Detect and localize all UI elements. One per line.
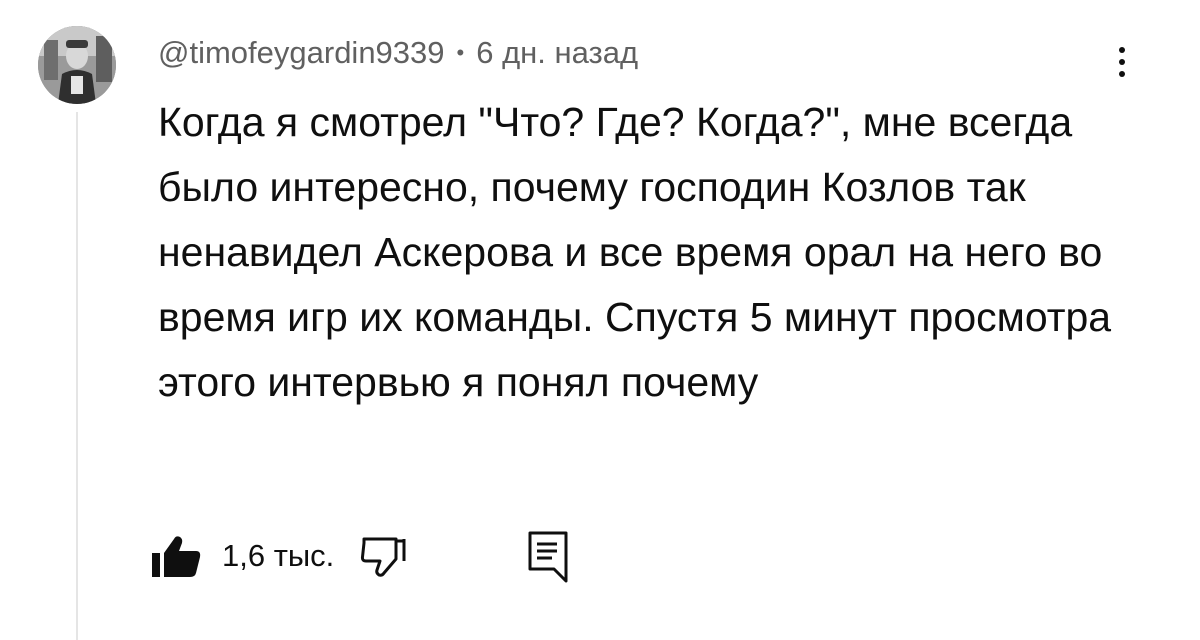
thread-line — [76, 112, 78, 640]
thumbs-up-filled-icon — [152, 536, 201, 577]
like-button[interactable]: 1,6 тыс. — [150, 533, 334, 579]
more-options-button[interactable] — [1098, 38, 1146, 86]
thumbs-down-outline-icon — [361, 537, 406, 577]
more-vertical-icon-dot — [1119, 59, 1125, 65]
timestamp[interactable]: 6 дн. назад — [476, 35, 638, 71]
comment-reply-icon — [528, 531, 568, 583]
reply-button[interactable] — [526, 529, 570, 583]
avatar[interactable] — [38, 26, 116, 104]
like-count: 1,6 тыс. — [222, 538, 335, 573]
comment-text: Когда я смотрел "Что? Где? Когда?", мне … — [158, 99, 1112, 405]
author-name[interactable]: @timofeygardin9339 — [158, 35, 445, 71]
comment-meta: @timofeygardin9339 • 6 дн. назад — [158, 30, 638, 76]
more-vertical-icon — [1119, 47, 1125, 53]
avatar-photo — [38, 26, 116, 104]
more-vertical-icon-dot — [1119, 71, 1125, 77]
meta-separator: • — [456, 40, 465, 65]
comment-actions: 1,6 тыс. — [150, 524, 570, 588]
dislike-button[interactable] — [360, 533, 406, 579]
